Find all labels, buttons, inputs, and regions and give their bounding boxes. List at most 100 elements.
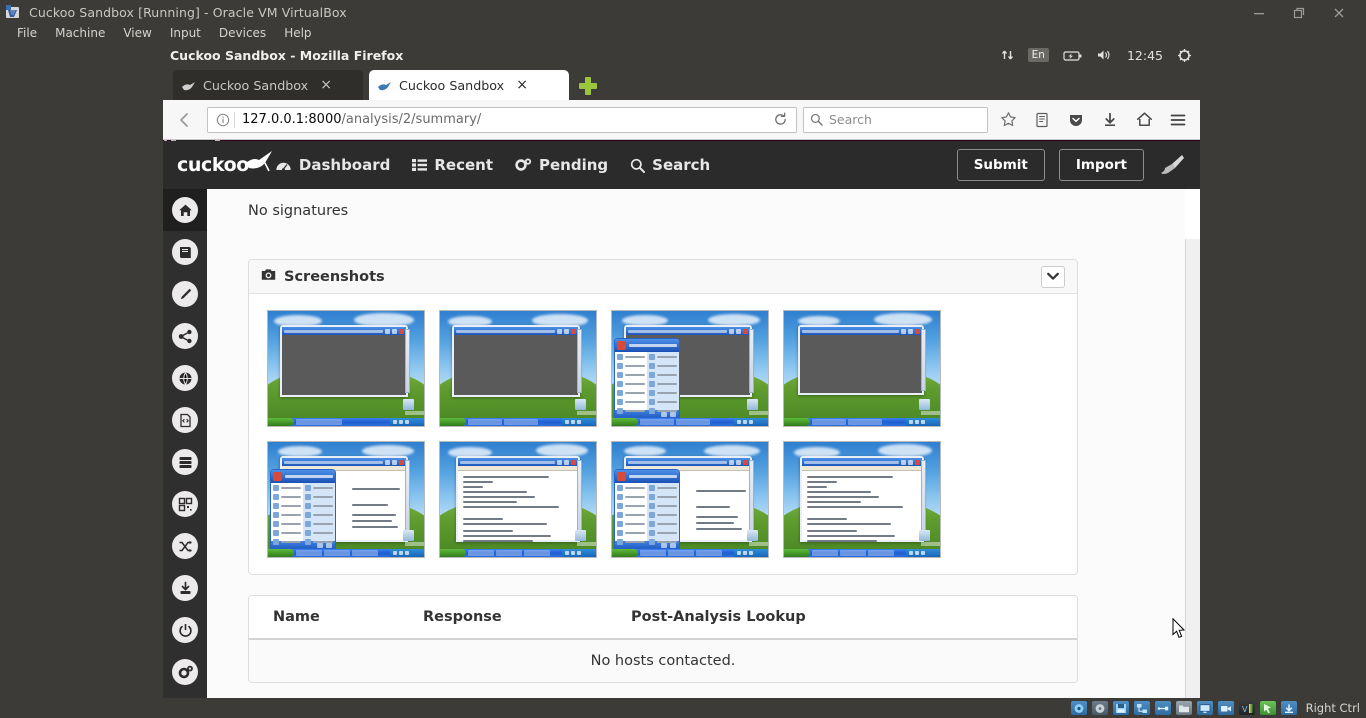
nav-recent[interactable]: Recent — [412, 156, 493, 174]
sidebar-item-behavior[interactable] — [163, 273, 207, 315]
home-icon[interactable] — [1130, 106, 1158, 134]
info-circle-icon[interactable] — [212, 113, 234, 127]
screenshot-thumbnail[interactable] — [611, 310, 769, 427]
shared-folder-icon[interactable] — [1175, 701, 1192, 715]
nav-search[interactable]: Search — [630, 156, 710, 174]
cuckoo-logo[interactable]: cuckoo — [177, 151, 272, 176]
menu-machine[interactable]: Machine — [46, 24, 114, 43]
url-bar[interactable]: 127.0.0.1:8000/analysis/2/summary/ — [207, 106, 797, 133]
battery-icon[interactable] — [1063, 49, 1083, 62]
keyboard-icon[interactable] — [1280, 701, 1297, 715]
star-icon[interactable] — [994, 106, 1022, 134]
screenshot-thumbnail[interactable] — [439, 441, 597, 558]
menu-devices[interactable]: Devices — [210, 24, 275, 43]
search-bar[interactable]: Search — [803, 106, 988, 133]
virtualbox-menubar: File Machine View Input Devices Help — [0, 24, 1366, 43]
firefox-titlebar: Cuckoo Sandbox - Mozilla Firefox En 12:4… — [163, 43, 1200, 67]
sidebar-item-reboot[interactable] — [163, 609, 207, 651]
submit-button[interactable]: Submit — [956, 149, 1045, 181]
chevron-down-icon[interactable] — [1041, 265, 1065, 288]
new-tab-button[interactable] — [579, 77, 597, 95]
back-button[interactable] — [171, 106, 199, 134]
sidebar-item-dropped[interactable] — [163, 399, 207, 441]
close-button[interactable] — [1332, 5, 1346, 19]
hamburger-menu-icon[interactable] — [1164, 106, 1192, 134]
menu-file[interactable]: File — [8, 24, 46, 43]
url-path: /analysis/2/summary/ — [341, 112, 482, 127]
screenshots-panel: Screenshots — [248, 259, 1078, 575]
browser-tab-1-close[interactable]: × — [320, 78, 332, 92]
virtualbox-window-title: Cuckoo Sandbox [Running] - Oracle VM Vir… — [29, 4, 347, 20]
recording-icon[interactable] — [1217, 701, 1234, 715]
network-icon[interactable] — [1001, 48, 1014, 62]
sidebar-item-buffers[interactable] — [163, 441, 207, 483]
sidebar-item-network[interactable] — [163, 315, 207, 357]
nav-recent-label: Recent — [434, 156, 494, 174]
browser-tab-1[interactable]: Cuckoo Sandbox × — [173, 70, 363, 100]
hosts-table-empty-message: No hosts contacted. — [249, 640, 1077, 682]
xp-start-menu — [614, 338, 680, 418]
screenshot-thumbnail[interactable] — [267, 441, 425, 558]
sidebar-item-summary[interactable] — [163, 189, 207, 231]
pencil-icon — [172, 281, 198, 307]
menu-input[interactable]: Input — [161, 24, 210, 43]
menu-help[interactable]: Help — [275, 24, 320, 43]
floppy-icon[interactable] — [1112, 701, 1129, 715]
mouse-integration-icon[interactable] — [1259, 701, 1276, 715]
mouse-cursor — [1172, 617, 1186, 639]
restore-button[interactable] — [1292, 5, 1306, 19]
optical-disk-icon[interactable] — [1091, 701, 1108, 715]
display-icon[interactable] — [1196, 701, 1213, 715]
sidebar-item-procmemory[interactable] — [163, 483, 207, 525]
clock-indicator[interactable]: 12:45 — [1127, 48, 1163, 63]
reload-button[interactable] — [768, 112, 792, 127]
pocket-icon[interactable] — [1062, 106, 1090, 134]
nav-pending[interactable]: Pending — [515, 156, 608, 174]
browser-tab-2[interactable]: Cuckoo Sandbox × — [369, 70, 569, 100]
vrde-icon[interactable]: V — [1238, 701, 1255, 715]
search-input[interactable]: Search — [829, 112, 872, 127]
screenshot-thumbnail[interactable] — [267, 310, 425, 427]
system-menu-icon[interactable] — [1177, 48, 1192, 63]
screenshot-thumbnail[interactable] — [439, 310, 597, 427]
import-button[interactable]: Import — [1058, 149, 1144, 181]
keyboard-layout-indicator[interactable]: En — [1027, 48, 1049, 62]
sidebar-item-export[interactable] — [163, 567, 207, 609]
screenshot-thumbnail[interactable] — [611, 441, 769, 558]
browser-tab-2-label: Cuckoo Sandbox — [399, 77, 505, 93]
sidebar-item-options[interactable] — [163, 651, 207, 693]
virtualbox-titlebar: Cuckoo Sandbox [Running] - Oracle VM Vir… — [0, 0, 1366, 24]
guest-screen: Cuckoo Sandbox - Mozilla Firefox En — [163, 43, 1200, 698]
paintbrush-icon[interactable] — [1158, 152, 1186, 178]
code-file-icon — [172, 407, 198, 433]
screenshots-grid — [249, 294, 1077, 574]
url-text[interactable]: 127.0.0.1:8000/analysis/2/summary/ — [242, 112, 768, 127]
sidebar-item-mitm[interactable] — [163, 357, 207, 399]
firefox-tabstrip: Cuckoo Sandbox × Cuckoo Sandbox × — [163, 67, 1200, 100]
page-scrollbar[interactable] — [1185, 239, 1200, 698]
menu-view[interactable]: View — [114, 24, 160, 43]
virtualbox-right-padding — [1200, 43, 1366, 698]
hard-disk-icon[interactable] — [1070, 701, 1087, 715]
analysis-sidebar — [163, 189, 207, 698]
usb-icon[interactable] — [1154, 701, 1171, 715]
cuckoo-bird-icon — [245, 149, 275, 173]
home-icon — [172, 197, 198, 223]
hosts-table-header: Name Response Post-Analysis Lookup — [249, 596, 1077, 640]
sidebar-item-compare[interactable] — [163, 525, 207, 567]
sidebar-item-static[interactable] — [163, 231, 207, 273]
browser-tab-2-close[interactable]: × — [516, 78, 528, 92]
nav-dashboard[interactable]: Dashboard — [275, 156, 390, 174]
volume-icon[interactable] — [1097, 48, 1113, 62]
download-arrow-icon[interactable] — [1096, 106, 1124, 134]
screenshot-thumbnail[interactable] — [783, 310, 941, 427]
reader-view-icon[interactable] — [1028, 106, 1056, 134]
analysis-content: No signatures Screenshots Name Response … — [207, 189, 1185, 698]
book-icon — [172, 239, 198, 265]
minimize-button[interactable] — [1252, 5, 1266, 19]
screenshot-thumbnail[interactable] — [783, 441, 941, 558]
cuckoo-favicon — [181, 79, 196, 92]
column-header-response: Response — [423, 609, 502, 625]
network-icon[interactable] — [1133, 701, 1150, 715]
list-icon — [412, 158, 428, 172]
